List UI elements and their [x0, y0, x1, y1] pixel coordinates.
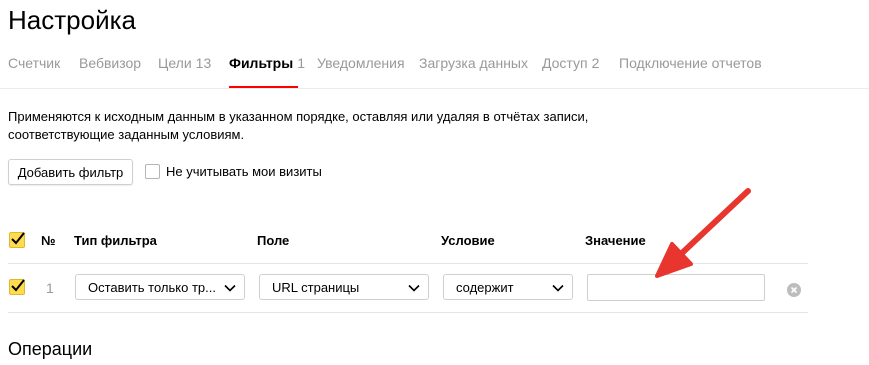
filters-description: Применяются к исходным данным в указанно…	[8, 108, 608, 144]
row-divider	[8, 312, 808, 313]
column-value: Значение	[585, 233, 646, 248]
tab-filters-count: 1	[297, 55, 305, 71]
row-checkbox[interactable]	[9, 279, 25, 295]
tabs-divider	[0, 88, 869, 89]
column-number: №	[41, 233, 56, 248]
chevron-down-icon	[224, 284, 236, 292]
tab-access-count: 2	[591, 55, 600, 71]
tab-counter[interactable]: Счетчик	[8, 55, 60, 72]
column-field: Поле	[257, 233, 290, 248]
field-select[interactable]: URL страницы	[259, 274, 429, 300]
condition-select[interactable]: содержит	[443, 274, 573, 300]
page-title: Настройка	[8, 5, 136, 35]
tab-access[interactable]: Доступ 2	[542, 55, 599, 72]
remove-filter-button[interactable]	[787, 283, 801, 297]
add-filter-button[interactable]: Добавить фильтр	[8, 159, 133, 185]
select-all-checkbox[interactable]	[9, 232, 25, 248]
ignore-my-visits-option[interactable]: Не учитывать мои визиты	[145, 164, 322, 179]
value-input[interactable]	[587, 274, 765, 301]
chevron-down-icon	[552, 284, 564, 292]
filter-type-value: Оставить только тр...	[88, 279, 216, 295]
checkmark-icon	[11, 232, 25, 245]
ignore-my-visits-label: Не учитывать мои визиты	[166, 164, 322, 179]
tab-reports-connection[interactable]: Подключение отчетов	[619, 55, 762, 72]
field-value: URL страницы	[272, 279, 360, 295]
tab-data-upload[interactable]: Загрузка данных	[419, 55, 528, 72]
tab-notifications[interactable]: Уведомления	[317, 55, 405, 72]
description-line-1: Применяются к исходным данным в указанно…	[8, 109, 589, 124]
filter-type-select[interactable]: Оставить только тр...	[75, 274, 245, 300]
close-icon	[790, 286, 798, 294]
column-condition: Условие	[441, 233, 495, 248]
tab-goals-count: 13	[195, 55, 212, 71]
header-divider	[8, 263, 808, 264]
operations-title: Операции	[8, 339, 93, 359]
column-filter-type: Тип фильтра	[74, 233, 157, 248]
row-number: 1	[46, 280, 54, 296]
ignore-my-visits-checkbox[interactable]	[145, 164, 160, 179]
tab-webvisor[interactable]: Вебвизор	[79, 55, 141, 72]
chevron-down-icon	[408, 284, 420, 292]
tab-goals[interactable]: Цели 13	[158, 55, 211, 72]
checkmark-icon	[11, 279, 25, 292]
tab-filters[interactable]: Фильтры 1	[229, 55, 305, 72]
condition-value: содержит	[456, 279, 514, 295]
description-line-2: соответствующие заданным условиям.	[8, 127, 245, 142]
